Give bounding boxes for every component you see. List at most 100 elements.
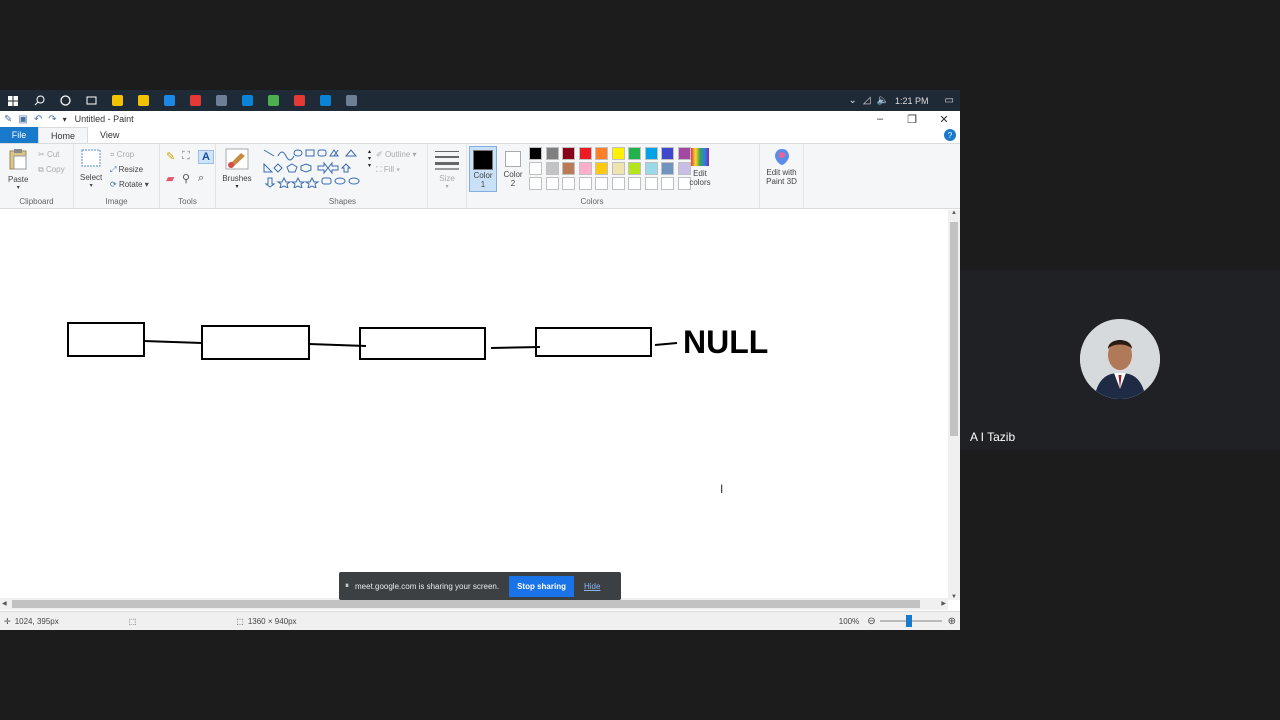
system-tray: ⌄ ◿ 🔈 1:21 PM ▭ [848,95,960,106]
cortana-icon[interactable] [52,90,78,111]
taskbar-app-icon[interactable] [156,90,182,111]
select-button[interactable]: Select ▾ [80,148,102,189]
taskbar-app-icon[interactable] [182,90,208,111]
zoom-out-icon[interactable]: ⊖ [867,616,875,627]
copy-button[interactable]: ⧉ Copy [38,165,65,175]
taskbar-app-icon[interactable] [286,90,312,111]
palette-swatch[interactable] [545,162,559,175]
task-view-icon[interactable] [78,90,104,111]
palette-swatch[interactable] [529,147,542,160]
edit-with-paint3d-button[interactable]: Edit with Paint 3D [760,144,804,208]
palette-swatch[interactable] [578,177,592,190]
search-icon[interactable] [26,90,52,111]
palette-swatch[interactable] [628,177,641,190]
palette-swatch[interactable] [578,162,592,175]
shapes-gallery[interactable] [262,148,366,188]
edit-colors-button[interactable]: Edit colors [685,148,715,187]
taskbar-app-icon[interactable] [260,90,286,111]
palette-swatch[interactable] [545,177,559,190]
palette-swatch[interactable] [595,162,608,175]
scissors-icon: ✂ [38,150,45,159]
outline-dropdown[interactable]: ✐ Outline ▾ [376,150,417,159]
palette-swatch[interactable] [529,177,542,190]
undo-icon[interactable]: ↶ [34,114,42,125]
taskbar-app-icon[interactable] [104,90,130,111]
palette-swatch[interactable] [562,162,575,175]
palette-swatch[interactable] [611,147,625,160]
palette-swatch[interactable] [661,147,674,160]
crop-button[interactable]: ⌗ Crop [110,150,134,160]
cut-button[interactable]: ✂ Cut [38,150,59,159]
drawing-canvas[interactable]: NULL [0,210,948,600]
size-button[interactable]: Size ▾ [428,144,466,208]
color-spectrum-icon [691,148,709,166]
restore-button[interactable]: ❐ [896,113,928,126]
save-icon[interactable]: ▣ [18,114,27,125]
color1-button[interactable]: Color 1 [469,146,497,192]
vertical-scroll-thumb[interactable] [950,222,958,436]
shapes-scroll-icon[interactable]: ▴ ▾ ▾ [368,148,371,169]
zoom-slider[interactable] [879,615,942,627]
tab-home[interactable]: Home [38,127,89,143]
scroll-up-icon[interactable]: ▲ [948,210,960,216]
horizontal-scroll-thumb[interactable] [12,600,920,608]
magnifier-icon[interactable]: ⌕ [198,172,214,185]
network-icon[interactable]: ◿ [863,95,871,106]
fill-bucket-icon[interactable]: ⛶ [182,150,198,164]
eraser-icon[interactable]: ▰ [166,172,182,185]
palette-swatch[interactable] [644,162,658,175]
taskbar-app-icon[interactable] [312,90,338,111]
pencil-icon[interactable]: ✎ [166,150,182,164]
volume-icon[interactable]: 🔈 [877,95,889,106]
tab-file[interactable]: File [0,127,38,143]
palette-swatch[interactable] [529,162,542,175]
taskbar-app-icon[interactable] [130,90,156,111]
resize-button[interactable]: ⤢ Resize [110,165,143,175]
palette-swatch[interactable] [545,147,559,160]
hide-button[interactable]: Hide [584,582,600,591]
palette-swatch[interactable] [644,147,658,160]
minimize-button[interactable]: – [864,113,896,126]
zoom-in-icon[interactable]: ⊕ [948,616,956,627]
participant-tile: A I Tazib [960,270,1280,450]
scroll-down-icon[interactable]: ▼ [948,594,960,600]
help-icon[interactable]: ? [944,129,956,141]
drag-handle-icon[interactable]: ⏸ [345,581,349,591]
palette-swatch[interactable] [628,162,641,175]
palette-swatch[interactable] [628,147,641,160]
palette-swatch[interactable] [611,177,625,190]
windows-start-icon[interactable] [0,90,26,111]
clock[interactable]: 1:21 PM [895,96,929,106]
scroll-left-icon[interactable]: ◀ [2,600,7,607]
color-picker-icon[interactable]: ⚲ [182,172,198,185]
palette-swatch[interactable] [595,147,608,160]
paste-button[interactable]: Paste ▾ [8,148,28,191]
stop-sharing-button[interactable]: Stop sharing [509,575,574,597]
taskbar-app-icon[interactable] [208,90,234,111]
palette-swatch[interactable] [595,177,608,190]
palette-swatch[interactable] [562,177,575,190]
close-button[interactable]: ✕ [928,113,960,126]
color2-button[interactable]: Color 2 [499,146,527,192]
tab-view[interactable]: View [88,127,131,143]
scroll-right-icon[interactable]: ▶ [941,600,946,607]
palette-swatch[interactable] [562,147,575,160]
taskbar-app-icon[interactable] [234,90,260,111]
text-tool-icon[interactable]: A [198,150,214,164]
canvas-size: 1360 × 940px [247,616,297,626]
palette-swatch[interactable] [578,147,592,160]
rotate-button[interactable]: ⟳ Rotate ▾ [110,180,149,189]
palette-swatch[interactable] [661,162,674,175]
taskbar-app-icon[interactable] [338,90,364,111]
palette-swatch[interactable] [611,162,625,175]
redo-icon[interactable]: ↷ [48,114,56,125]
palette-swatch[interactable] [661,177,674,190]
customize-quick-access-icon[interactable]: ▾ [63,115,67,124]
brushes-group[interactable]: Brushes ▾ [216,144,258,208]
vertical-scrollbar[interactable]: ▲ ▼ [948,210,960,600]
palette-swatch[interactable] [644,177,658,190]
notifications-icon[interactable]: ▭ [945,95,954,106]
chevron-up-icon[interactable]: ⌄ [848,95,856,106]
zoom-slider-thumb[interactable] [905,615,912,627]
fill-dropdown[interactable]: ⛶ Fill ▾ [376,165,400,175]
